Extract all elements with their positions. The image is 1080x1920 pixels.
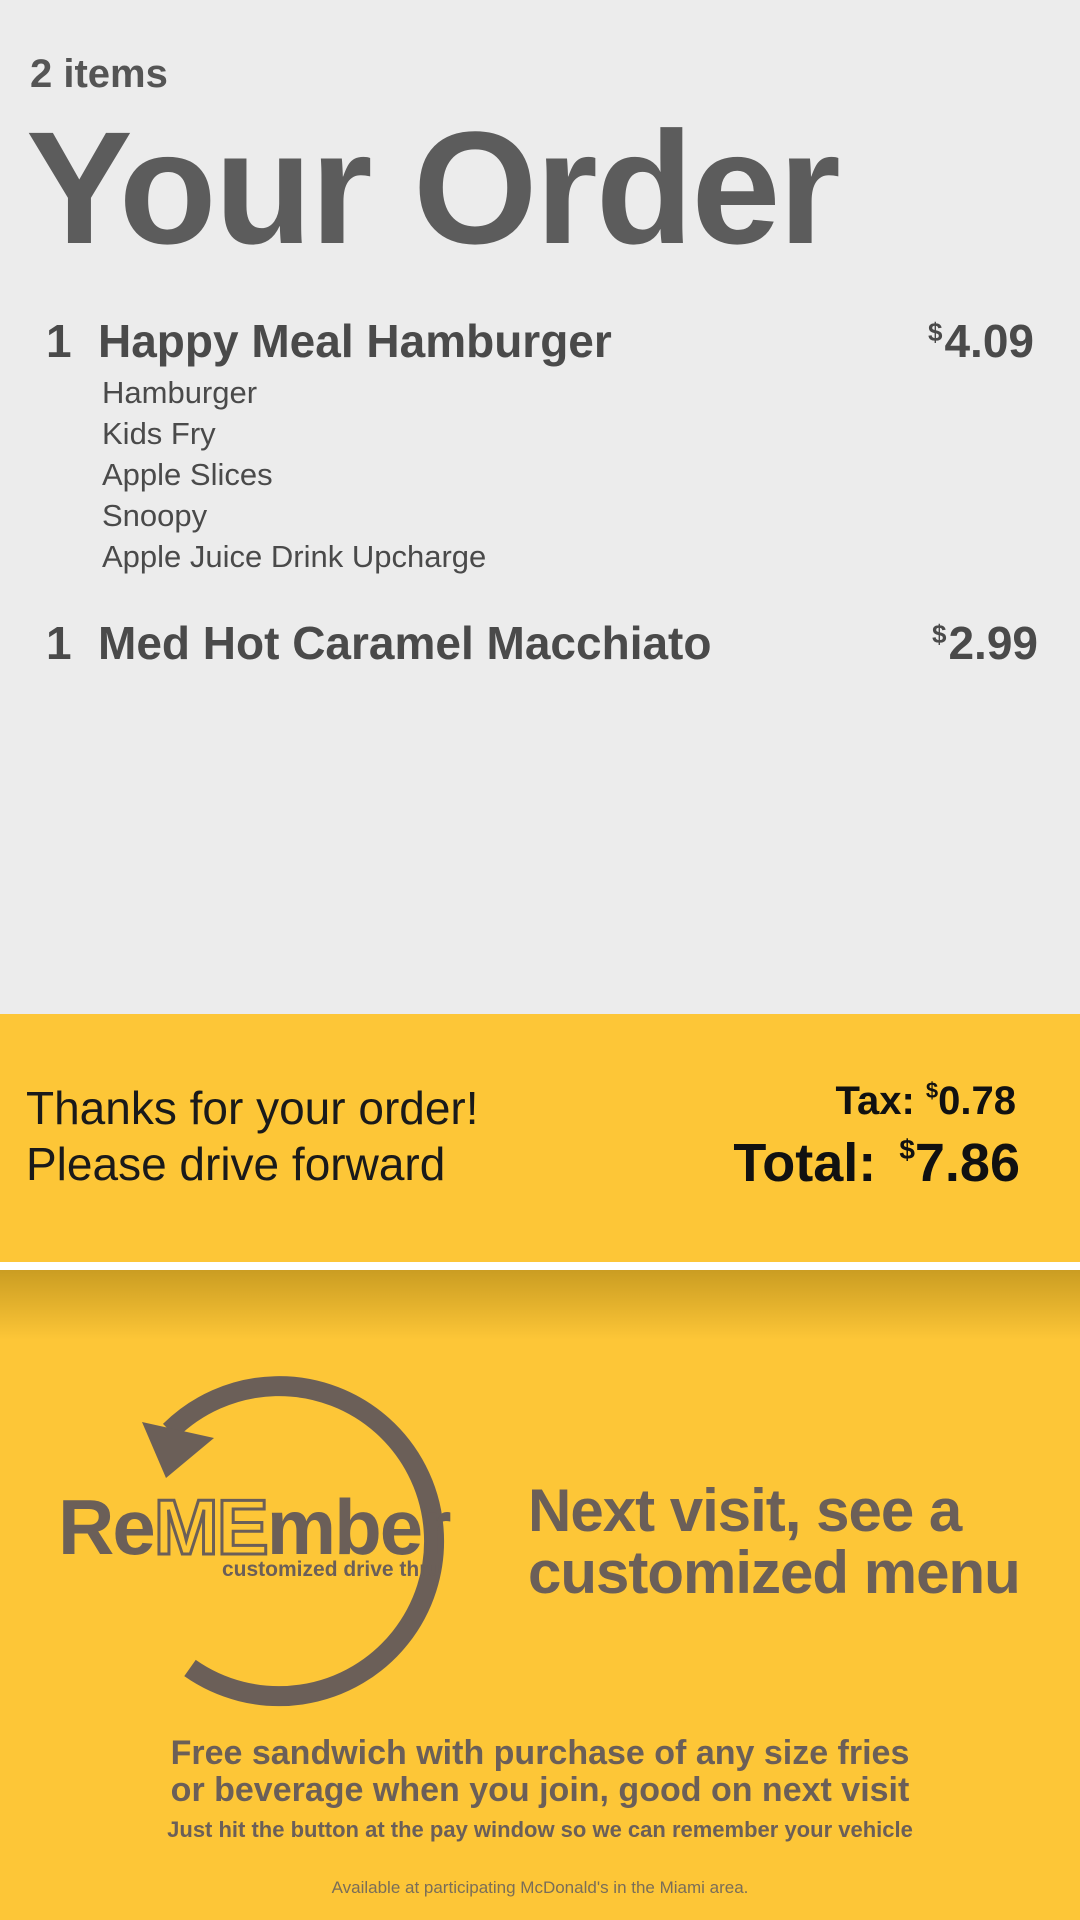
offer-line: or beverage when you join, good on next … — [170, 1771, 910, 1809]
currency-symbol: $ — [899, 1134, 915, 1165]
availability-disclaimer: Available at participating McDonald's in… — [331, 1878, 749, 1897]
price-value: 4.09 — [944, 315, 1034, 367]
currency-symbol: $ — [932, 619, 947, 649]
item-components-list: Hamburger Kids Fry Apple Slices Snoopy A… — [102, 372, 486, 577]
component-item: Kids Fry — [102, 416, 216, 451]
item-quantity: 1 — [46, 617, 72, 669]
thank-you-line: Thanks for your order! — [26, 1082, 479, 1134]
item-name: Happy Meal Hamburger — [98, 315, 612, 367]
panel-shadow — [0, 1270, 1080, 1340]
logo-subtitle: customized drive thru — [222, 1558, 441, 1581]
component-item: Apple Juice Drink Upcharge — [102, 539, 487, 574]
remember-promo-panel: ReMEmber customized drive thru Next visi… — [0, 1270, 1080, 1920]
offer-instructions: Just hit the button at the pay window so… — [167, 1817, 913, 1842]
section-divider — [0, 1262, 1080, 1270]
component-item: Apple Slices — [102, 457, 273, 492]
tax-value: 0.78 — [938, 1079, 1016, 1123]
headline-line: Next visit, see a — [528, 1477, 962, 1544]
offer-text: Free sandwich with purchase of any size … — [0, 1735, 1080, 1809]
order-summary-bar: Thanks for your order! Please drive forw… — [0, 1014, 1080, 1262]
component-item: Snoopy — [102, 498, 208, 533]
currency-symbol: $ — [928, 317, 943, 347]
item-price: $2.99 — [932, 616, 1038, 670]
tax-label: Tax: — [835, 1079, 915, 1123]
headline-line: customized menu — [528, 1539, 1021, 1606]
item-price: $4.09 — [928, 314, 1034, 368]
total-value: 7.86 — [914, 1133, 1020, 1193]
promo-headline: Next visit, see a customized menu — [528, 1477, 1021, 1606]
tax-line: Tax: $0.78 — [835, 1078, 1016, 1124]
component-item: Hamburger — [102, 375, 258, 410]
currency-symbol: $ — [925, 1078, 939, 1103]
item-quantity: 1 — [46, 315, 72, 367]
price-value: 2.99 — [948, 617, 1038, 669]
item-count: 2 items — [30, 52, 168, 96]
thank-you-message: Thanks for your order! Please drive forw… — [26, 1080, 479, 1192]
page-title: Your Order — [26, 98, 841, 277]
total-line: Total: $7.86 — [733, 1132, 1020, 1194]
logo-prefix: Re — [58, 1483, 156, 1571]
total-label: Total: — [733, 1133, 877, 1193]
offer-line: Free sandwich with purchase of any size … — [170, 1734, 910, 1772]
order-panel: 2 items Your Order 1 Happy Meal Hamburge… — [0, 0, 1080, 1014]
drive-forward-line: Please drive forward — [26, 1138, 446, 1190]
item-name: Med Hot Caramel Macchiato — [98, 617, 712, 669]
